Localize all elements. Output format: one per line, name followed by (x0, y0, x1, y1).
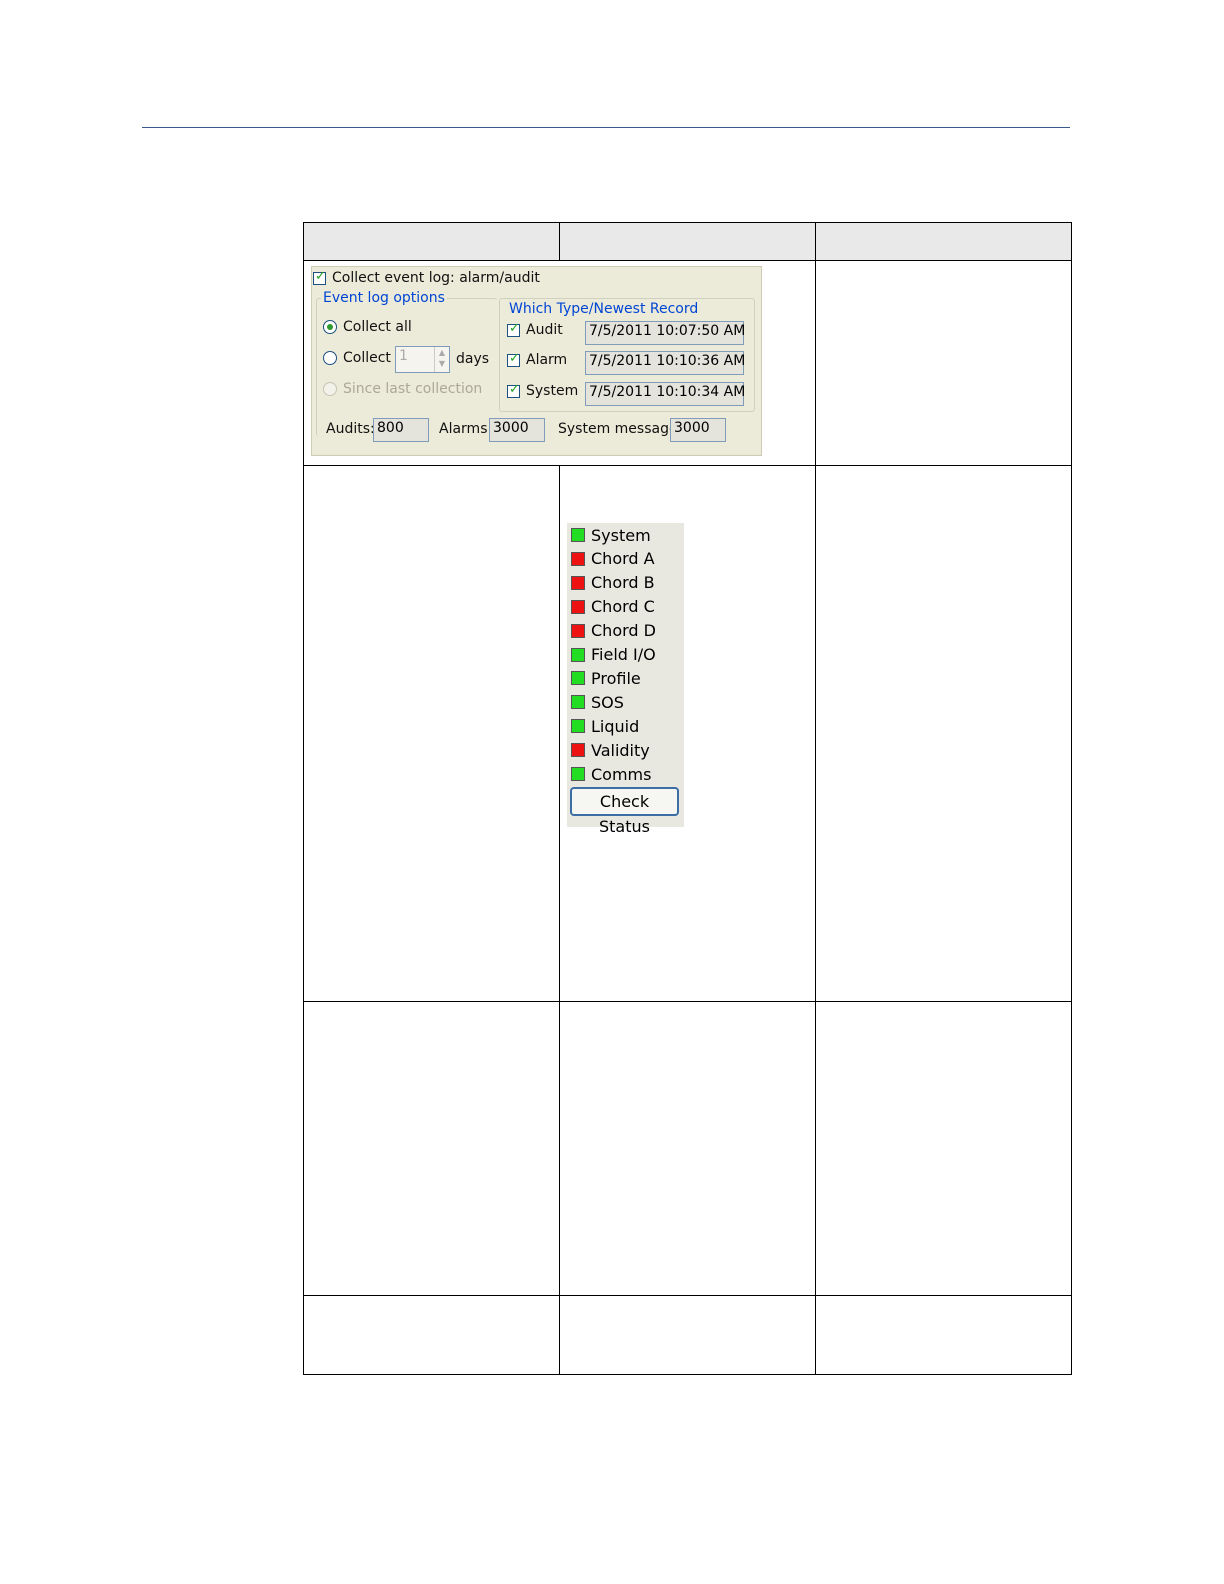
status-label: Chord A (591, 549, 655, 569)
audits-input[interactable]: 800 (373, 418, 429, 442)
status-item: Comms (571, 764, 651, 784)
table-cell (815, 465, 1072, 1002)
system-newest-record-field[interactable]: 7/5/2011 10:10:34 AM (585, 382, 745, 406)
collect-event-log-checkbox[interactable]: ✓ (313, 269, 326, 285)
header-rule (142, 127, 1070, 128)
spinner-arrows-icon[interactable]: ▲ ▼ (434, 347, 449, 372)
event-log-cell: ✓ Collect event log: alarm/audit Event l… (303, 260, 816, 466)
status-label: Profile (591, 668, 641, 688)
check-status-button[interactable]: Check Status (570, 787, 679, 836)
collect-days-label: Collect (343, 350, 391, 366)
document-table: ✓ Collect event log: alarm/audit Event l… (303, 222, 1072, 1375)
status-led-icon (571, 551, 585, 566)
status-led-icon (571, 575, 585, 590)
alarm-checkbox[interactable]: ✓ (507, 351, 520, 367)
status-label: Comms (591, 764, 652, 784)
collect-days-radio[interactable] (323, 351, 337, 365)
system-messages-input[interactable]: 3000 (670, 418, 726, 442)
table-row (303, 1295, 1072, 1375)
header-cell (303, 222, 560, 261)
table-cell (815, 1295, 1072, 1375)
since-last-collection-label: Since last collection (343, 381, 483, 397)
status-led-icon (571, 528, 585, 542)
table-row (303, 1001, 1072, 1296)
collect-all-radio[interactable] (323, 320, 337, 334)
table-cell (815, 260, 1072, 466)
status-item: Chord D (571, 621, 656, 641)
table-cell (559, 1001, 816, 1296)
status-label: Field I/O (591, 645, 656, 664)
table-row: System Chord A Chord B Chord C Chord D Field … (303, 465, 1072, 1002)
status-item: Validity (571, 740, 650, 760)
status-label: SOS (591, 692, 624, 712)
status-led-icon (571, 599, 585, 614)
audit-checkbox[interactable]: ✓ (507, 321, 520, 337)
audit-label: Audit (526, 322, 563, 338)
status-led-icon (571, 647, 585, 662)
status-item: Liquid (571, 716, 639, 736)
since-last-collection-radio[interactable] (323, 382, 337, 396)
status-led-icon (571, 767, 585, 781)
check-icon: ✓ (509, 351, 520, 366)
status-label: Chord D (591, 621, 656, 641)
table-cell (815, 1001, 1072, 1296)
table-cell (559, 1295, 816, 1375)
check-icon: ✓ (315, 269, 326, 284)
collect-all-label: Collect all (343, 319, 412, 335)
audits-label: Audits: (326, 421, 375, 437)
table-row: ✓ Collect event log: alarm/audit Event l… (303, 260, 1072, 466)
status-item: SOS (571, 692, 624, 712)
status-label: Chord C (591, 597, 655, 617)
alarm-newest-record-field[interactable]: 7/5/2011 10:10:36 AM (585, 351, 745, 375)
alarm-label: Alarm (526, 352, 568, 368)
audit-newest-record-field[interactable]: 7/5/2011 10:07:50 AM (585, 321, 745, 345)
status-led-icon (571, 695, 585, 710)
status-led-icon (571, 743, 585, 758)
collect-event-log-label: Collect event log: alarm/audit (332, 270, 540, 286)
status-led-icon (571, 671, 585, 686)
days-unit-label: days (456, 351, 490, 367)
status-item: Field I/O (571, 645, 656, 665)
event-log-panel: ✓ Collect event log: alarm/audit Event l… (311, 266, 762, 456)
check-icon: ✓ (509, 382, 520, 397)
status-panel: System Chord A Chord B Chord C Chord D Field … (567, 523, 684, 836)
table-header-row (303, 222, 1072, 261)
status-label: Chord B (591, 573, 655, 593)
status-label: System (591, 525, 651, 545)
header-cell (559, 222, 816, 261)
system-checkbox[interactable]: ✓ (507, 382, 520, 398)
table-cell (303, 1295, 560, 1375)
status-label: Validity (591, 740, 650, 760)
status-item: System (571, 525, 651, 545)
table-cell (303, 465, 560, 1002)
status-led-icon (571, 719, 585, 734)
status-label: Liquid (591, 716, 640, 736)
status-led-icon (571, 623, 585, 638)
status-item: Chord C (571, 597, 655, 617)
event-log-options-title: Event log options (321, 290, 447, 306)
alarms-label: Alarms: (439, 421, 493, 437)
status-item: Chord A (571, 549, 655, 569)
status-item: Profile (571, 668, 641, 688)
status-item: Chord B (571, 573, 655, 593)
system-label: System (526, 383, 579, 399)
status-cell: System Chord A Chord B Chord C Chord D Field … (559, 465, 816, 1002)
days-stepper[interactable]: 1 ▲ ▼ (395, 346, 450, 373)
alarms-input[interactable]: 3000 (489, 418, 545, 442)
days-value: 1 (399, 348, 408, 364)
table-cell (303, 1001, 560, 1296)
which-type-title: Which Type/Newest Record (507, 301, 701, 317)
check-icon: ✓ (509, 321, 520, 336)
header-cell (815, 222, 1072, 261)
